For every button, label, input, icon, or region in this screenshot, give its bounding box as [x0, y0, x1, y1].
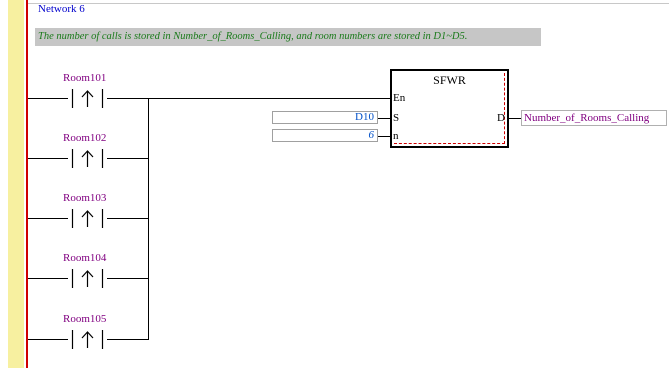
operand-s-field[interactable]: D10: [272, 111, 378, 124]
contact-label-room103: Room103: [63, 192, 107, 204]
operand-n-field[interactable]: 6: [272, 129, 378, 142]
contact-room101[interactable]: [68, 89, 107, 108]
pin-en: En: [393, 92, 406, 104]
pin-d: D: [497, 112, 505, 124]
contact-room104[interactable]: [68, 269, 107, 288]
contact-room105[interactable]: [68, 330, 107, 349]
pin-s: S: [393, 112, 400, 124]
contact-label-room105: Room105: [63, 313, 107, 325]
sfwr-function-block[interactable]: SFWR En S n D: [390, 69, 509, 148]
contact-room103[interactable]: [68, 209, 107, 228]
function-block-name: SFWR: [433, 73, 466, 87]
contact-room102[interactable]: [68, 149, 107, 168]
contact-label-room101: Room101: [63, 72, 107, 84]
contact-label-room104: Room104: [63, 252, 107, 264]
operand-d-output-field[interactable]: Number_of_Rooms_Calling: [521, 110, 667, 126]
block-selection-dash: [394, 143, 505, 144]
contact-label-room102: Room102: [63, 132, 107, 144]
pin-n: n: [393, 130, 399, 142]
